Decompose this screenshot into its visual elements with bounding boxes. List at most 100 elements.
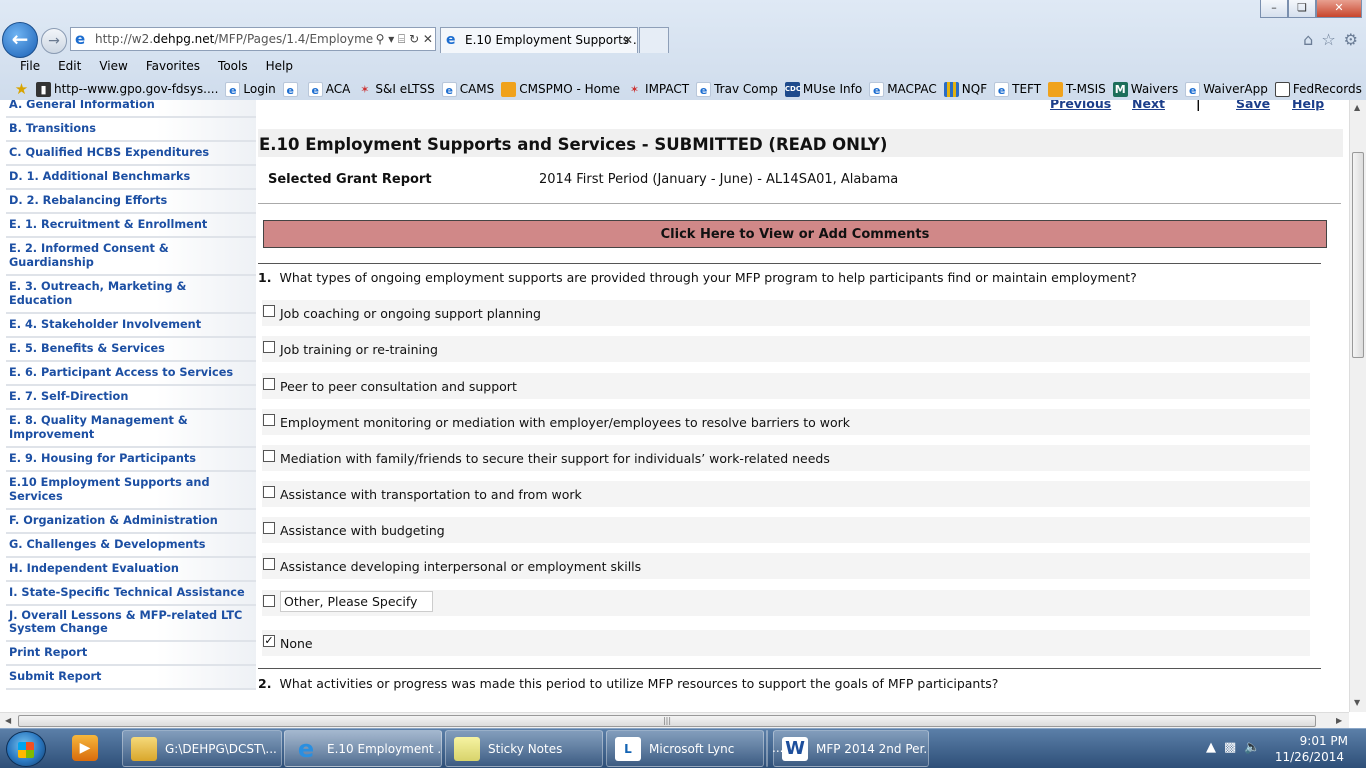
sidebar-item[interactable]: E. 4. Stakeholder Involvement	[6, 314, 256, 338]
media-player-icon[interactable]: ▶	[64, 733, 108, 765]
sidebar-item[interactable]: D. 2. Rebalancing Efforts	[6, 190, 256, 214]
help-link[interactable]: Help	[1292, 100, 1324, 111]
option-checkbox[interactable]	[263, 341, 275, 353]
favorite-link[interactable]: T-MSIS	[1048, 78, 1106, 100]
taskbar-lync[interactable]: L Microsoft Lync	[606, 730, 764, 767]
back-button[interactable]: ←	[2, 22, 38, 58]
sidebar-item[interactable]: E. 3. Outreach, Marketing & Education	[6, 276, 256, 314]
favorite-label: S&I eLTSS	[375, 82, 435, 96]
tab-title: E.10 Employment Supports ...	[465, 33, 638, 47]
scroll-up-icon[interactable]: ▲	[1354, 103, 1360, 112]
scroll-right-icon[interactable]: ▶	[1336, 716, 1342, 725]
favorite-link[interactable]: CMSPMO - Home	[501, 78, 620, 100]
favorite-link[interactable]: e Trav Comp	[696, 78, 778, 100]
sidebar-item[interactable]: E. 7. Self-Direction	[6, 386, 256, 410]
next-link[interactable]: Next	[1132, 100, 1165, 111]
sidebar-item[interactable]: Print Report	[6, 642, 256, 666]
taskbar-ie[interactable]: e E.10 Employment ...	[284, 730, 442, 767]
option-checkbox[interactable]	[263, 450, 275, 462]
view-add-comments-button[interactable]: Click Here to View or Add Comments	[263, 220, 1327, 248]
option-checkbox[interactable]	[263, 522, 275, 534]
checkbox-none[interactable]: ✓	[263, 635, 275, 647]
sidebar-item[interactable]: E. 2. Informed Consent & Guardianship	[6, 238, 256, 276]
menu-file[interactable]: File	[20, 56, 40, 76]
sidebar-item[interactable]: F. Organization & Administration	[6, 510, 256, 534]
sidebar-item[interactable]: E. 8. Quality Management & Improvement	[6, 410, 256, 448]
menu-favorites[interactable]: Favorites	[146, 56, 200, 76]
option-row: Job coaching or ongoing support planning	[262, 300, 1310, 326]
save-link[interactable]: Save	[1236, 100, 1270, 111]
previous-link[interactable]: Previous	[1050, 100, 1111, 111]
favorite-link[interactable]: NQF	[943, 78, 987, 100]
sidebar-item[interactable]: H. Independent Evaluation	[6, 558, 256, 582]
horizontal-scroll-thumb[interactable]: |||	[18, 715, 1316, 727]
address-tools[interactable]: ⚲ ▾ ⌸ ↻ ✕	[375, 28, 433, 50]
option-checkbox[interactable]	[263, 558, 275, 570]
favorite-link[interactable]: e Login	[225, 78, 276, 100]
menu-help[interactable]: Help	[266, 56, 293, 76]
taskbar-word[interactable]: W MFP 2014 2nd Per...	[773, 730, 929, 767]
tab-active[interactable]: e E.10 Employment Supports ... ✕	[440, 27, 638, 53]
taskbar-explorer[interactable]: G:\DEHPG\DCST\...	[122, 730, 282, 767]
clock-time[interactable]: 9:01 PM	[1300, 734, 1348, 748]
sidebar-item[interactable]: E. 6. Participant Access to Services	[6, 362, 256, 386]
sidebar-item[interactable]: E. 5. Benefits & Services	[6, 338, 256, 362]
scroll-down-icon[interactable]: ▼	[1354, 698, 1360, 707]
menu-view[interactable]: View	[99, 56, 127, 76]
forward-button[interactable]: →	[41, 28, 67, 54]
network-icon[interactable]: ▩	[1224, 740, 1236, 755]
sidebar-item[interactable]: D. 1. Additional Benchmarks	[6, 166, 256, 190]
show-hidden-icon[interactable]: ▲	[1206, 740, 1216, 755]
option-checkbox[interactable]	[263, 305, 275, 317]
option-checkbox[interactable]	[263, 486, 275, 498]
favorite-link[interactable]: FedRecords	[1274, 78, 1362, 100]
address-bar[interactable]: e http://w2.dehpg.net/MFP/Pages/1.4/Empl…	[70, 27, 436, 51]
sidebar-item[interactable]: G. Challenges & Developments	[6, 534, 256, 558]
sidebar-item[interactable]: E. 1. Recruitment & Enrollment	[6, 214, 256, 238]
gear-icon[interactable]: ⚙	[1344, 30, 1358, 49]
favorite-link[interactable]: e TEFT	[994, 78, 1041, 100]
scroll-left-icon[interactable]: ◀	[5, 716, 11, 725]
home-icon[interactable]: ⌂	[1303, 30, 1313, 49]
favorite-link[interactable]: ▮ http--www.gpo.gov-fdsys....	[36, 78, 218, 100]
vertical-scroll-thumb[interactable]	[1352, 152, 1364, 358]
maximize-button[interactable]: ❏	[1288, 0, 1316, 18]
favorite-link[interactable]: e	[282, 78, 301, 100]
favorite-icon: ✶	[360, 82, 370, 96]
favorites-star-icon[interactable]: ☆	[1321, 30, 1335, 49]
favorite-link[interactable]: e MACPAC	[869, 78, 937, 100]
checkbox-other[interactable]	[263, 595, 275, 607]
close-tab-icon[interactable]: ✕	[623, 28, 633, 53]
option-checkbox[interactable]	[263, 414, 275, 426]
start-button[interactable]	[6, 731, 46, 767]
favorite-link[interactable]: CDC MUse Info	[784, 78, 862, 100]
vertical-scrollbar[interactable]: ▲ ▼	[1349, 100, 1366, 712]
sidebar-item[interactable]: I. State-Specific Technical Assistance	[6, 582, 256, 606]
favorite-link[interactable]: M Waivers	[1112, 78, 1178, 100]
sidebar-item[interactable]: A. General Information	[6, 100, 256, 118]
horizontal-scrollbar[interactable]: ◀ ||| ▶	[0, 712, 1349, 729]
favorite-icon: M	[1112, 81, 1128, 97]
sidebar-item[interactable]: E.10 Employment Supports and Services	[6, 472, 256, 510]
new-tab-button[interactable]	[639, 27, 669, 53]
favorite-link[interactable]: ✶ IMPACT	[627, 78, 689, 100]
other-specify-input[interactable]	[280, 591, 433, 612]
minimize-button[interactable]: –	[1260, 0, 1288, 18]
sidebar-item[interactable]: J. Overall Lessons & MFP-related LTC Sys…	[6, 606, 256, 642]
clock-date[interactable]: 11/26/2014	[1275, 750, 1344, 764]
sidebar-item[interactable]: E. 9. Housing for Participants	[6, 448, 256, 472]
favorite-link[interactable]: e ACA	[307, 78, 350, 100]
favorites-star-icon[interactable]: ★	[14, 78, 29, 100]
sidebar-item[interactable]: C. Qualified HCBS Expenditures	[6, 142, 256, 166]
option-checkbox[interactable]	[263, 378, 275, 390]
taskbar-sticky-notes[interactable]: Sticky Notes	[445, 730, 603, 767]
menu-tools[interactable]: Tools	[218, 56, 248, 76]
favorite-link[interactable]: e WaiverApp	[1185, 78, 1268, 100]
favorite-link[interactable]: e CAMS	[441, 78, 494, 100]
sidebar-item[interactable]: Submit Report	[6, 666, 256, 690]
favorite-link[interactable]: ✶ S&I eLTSS	[357, 78, 434, 100]
sidebar-item[interactable]: B. Transitions	[6, 118, 256, 142]
menu-edit[interactable]: Edit	[58, 56, 81, 76]
close-window-button[interactable]: ✕	[1316, 0, 1362, 18]
volume-icon[interactable]: 🔈	[1244, 740, 1260, 755]
